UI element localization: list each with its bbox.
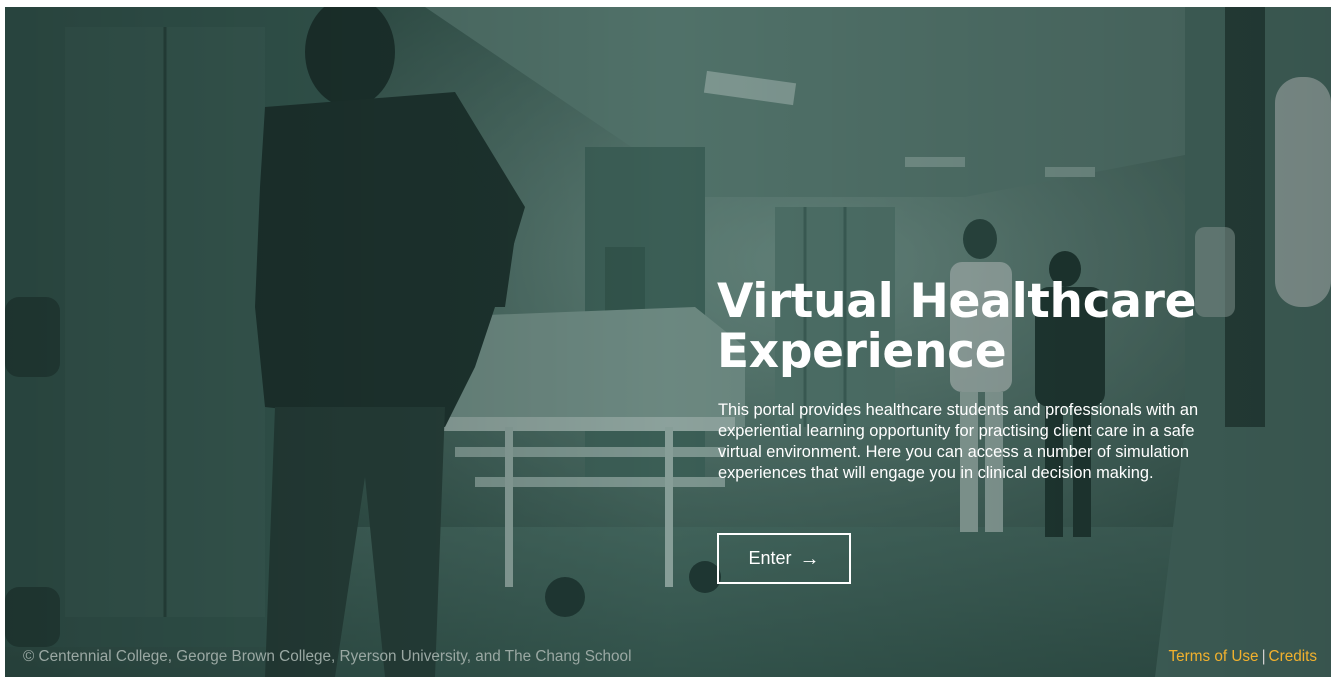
footer-links: Terms of Use | Credits [1168, 648, 1317, 666]
hero-title: Virtual Healthcare Experience [717, 274, 1197, 379]
arrow-right-icon: → [799, 547, 820, 570]
copyright-text: © Centennial College, George Brown Colle… [23, 648, 632, 665]
footer-separator: | [1261, 648, 1266, 665]
enter-button[interactable]: Enter → [717, 533, 851, 584]
terms-of-use-link[interactable]: Terms of Use [1168, 648, 1258, 665]
hero-description: This portal provides healthcare students… [718, 401, 1199, 482]
enter-button-label: Enter [748, 548, 792, 568]
landing-page: Virtual Healthcare Experience This porta… [5, 7, 1331, 677]
credits-link[interactable]: Credits [1269, 648, 1317, 665]
